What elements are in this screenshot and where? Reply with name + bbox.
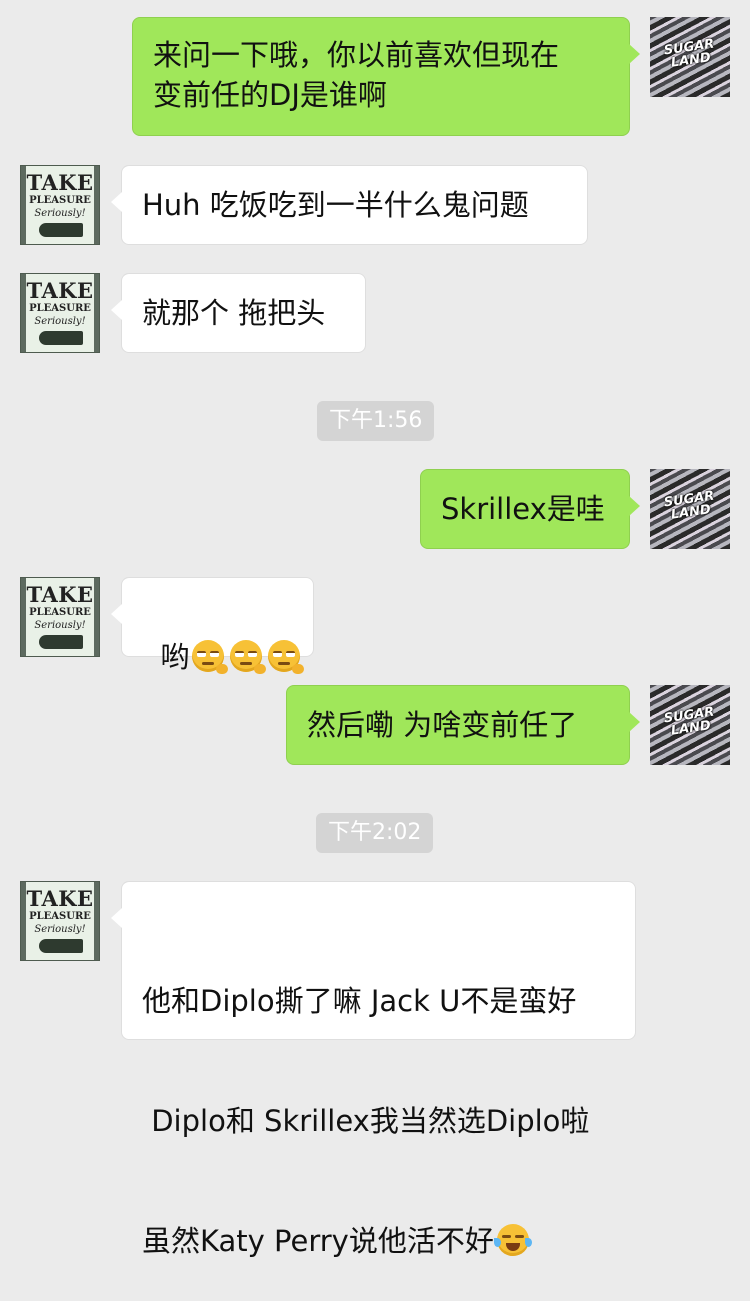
message-line: Diplo和 Skrillex我当然选Diplo啦 (142, 1104, 590, 1138)
avatar-text: Seriously! (34, 620, 86, 631)
pointing-hand-icon (39, 331, 83, 345)
avatar-text: PLEASURE (29, 195, 91, 206)
message-line: 他和Diplo撕了嘛 Jack U不是蛮好 (142, 984, 577, 1018)
pointing-hand-icon (39, 635, 83, 649)
avatar-text: Seriously! (34, 208, 86, 219)
smirk-emoji-icon (268, 640, 305, 674)
smirk-emoji-icon (230, 640, 267, 674)
self-avatar[interactable]: SUGAR LAND (650, 685, 730, 765)
message-incoming[interactable]: Huh 吃饭吃到一半什么鬼问题 (111, 165, 588, 245)
friend-avatar[interactable]: TAKE PLEASURE Seriously! (20, 273, 100, 353)
message-text: 哟 (160, 640, 190, 674)
avatar-text: PLEASURE (29, 911, 91, 922)
smirk-emoji-icon (192, 640, 229, 674)
friend-avatar[interactable]: TAKE PLEASURE Seriously! (20, 165, 100, 245)
timestamp: 下午1:56 (317, 401, 435, 441)
friend-avatar[interactable]: TAKE PLEASURE Seriously! (20, 577, 100, 657)
timestamp: 下午2:02 (316, 813, 434, 853)
avatar-text: TAKE (26, 170, 94, 195)
message-incoming[interactable]: 他和Diplo撕了嘛 Jack U不是蛮好 Diplo和 Skrillex我当然… (111, 881, 636, 1258)
avatar-text: TAKE (26, 278, 94, 303)
laugh-cry-emoji-icon (493, 1224, 532, 1256)
avatar-text: PLEASURE (29, 607, 91, 618)
avatar-logo: SUGAR LAND (662, 488, 716, 523)
message-incoming[interactable]: 哟 (111, 577, 314, 674)
avatar-text: TAKE (26, 582, 94, 607)
avatar-text: PLEASURE (29, 303, 91, 314)
message-outgoing[interactable]: 然后嘞 为啥变前任了 (286, 685, 640, 765)
friend-avatar[interactable]: TAKE PLEASURE Seriously! (20, 881, 100, 961)
pointing-hand-icon (39, 939, 83, 953)
pointing-hand-icon (39, 223, 83, 237)
message-line: 虽然Katy Perry说他活不好 (142, 1221, 615, 1261)
self-avatar[interactable]: SUGAR LAND (650, 469, 730, 549)
avatar-logo: SUGAR LAND (662, 36, 716, 71)
avatar-logo: SUGAR LAND (662, 704, 716, 739)
avatar-text: TAKE (26, 886, 94, 911)
message-outgoing[interactable]: 来问一下哦，你以前喜欢但现在 变前任的DJ是谁啊 (132, 17, 640, 136)
message-incoming[interactable]: 就那个 拖把头 (111, 273, 366, 353)
avatar-text: Seriously! (34, 316, 86, 327)
self-avatar[interactable]: SUGAR LAND (650, 17, 730, 97)
avatar-text: Seriously! (34, 924, 86, 935)
message-outgoing[interactable]: Skrillex是哇 (420, 469, 640, 549)
